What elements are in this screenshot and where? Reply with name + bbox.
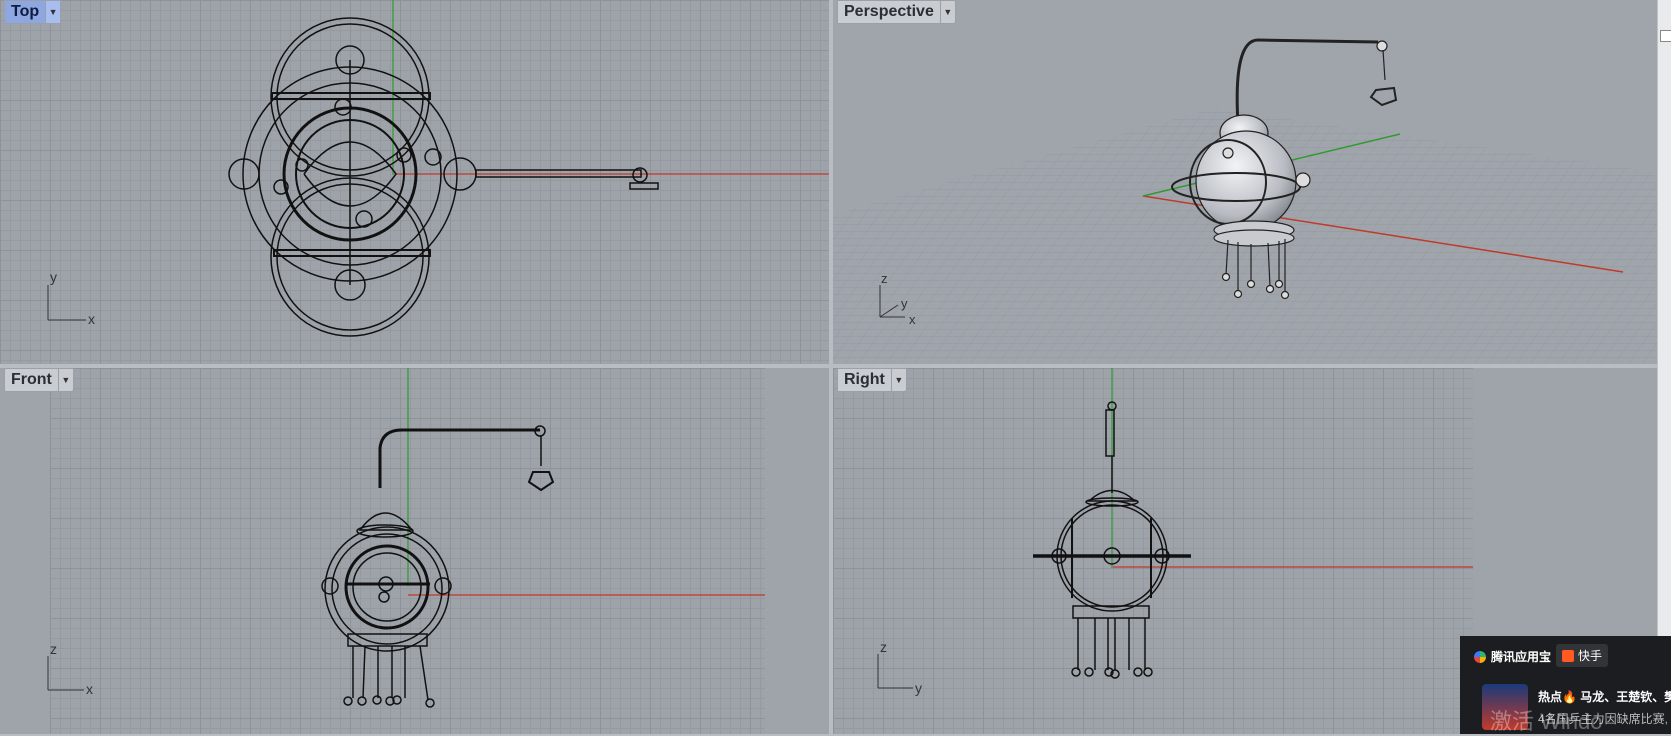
- persp-axis-y-label: y: [901, 296, 908, 311]
- right-axis-y-label: y: [915, 680, 922, 696]
- front-view-wireframe: z x: [47, 368, 765, 708]
- top-axis-y-label: y: [50, 269, 57, 285]
- front-axis-z-label: z: [50, 641, 57, 657]
- toast-brand: 腾讯应用宝: [1474, 648, 1551, 665]
- top-axis-x-label: x: [88, 311, 95, 327]
- app-store-icon: [1474, 650, 1486, 663]
- persp-axis-x-label: x: [909, 312, 916, 327]
- viewport-menu-dropdown-icon[interactable]: ▼: [890, 369, 906, 391]
- right-axis-z-label: z: [880, 639, 887, 655]
- kuaishou-icon: [1562, 649, 1574, 662]
- viewport-title-top[interactable]: Top ▼: [4, 0, 62, 24]
- toast-app-badge[interactable]: 快手: [1556, 644, 1609, 667]
- top-viewport[interactable]: Top ▼ y x: [0, 0, 829, 364]
- panel-checkbox[interactable]: [1660, 30, 1671, 42]
- viewport-title-right[interactable]: Right ▼: [837, 368, 907, 392]
- side-panel-edge[interactable]: [1657, 0, 1671, 734]
- front-viewport[interactable]: Front ▼ z x: [0, 368, 829, 734]
- front-axis-gizmo: [47, 656, 84, 691]
- perspective-viewport[interactable]: Perspective ▼ z y x: [833, 0, 1657, 364]
- viewport-title-front[interactable]: Front ▼: [4, 368, 74, 392]
- viewport-title-perspective[interactable]: Perspective ▼: [837, 0, 956, 24]
- persp-axis-z-label: z: [881, 271, 888, 286]
- top-view-wireframe: y x: [47, 0, 829, 337]
- viewport-menu-dropdown-icon[interactable]: ▼: [939, 1, 955, 23]
- viewport-menu-dropdown-icon[interactable]: ▼: [57, 369, 73, 391]
- toast-headline: 热点🔥 马龙、王楚钦、樊: [1538, 690, 1671, 704]
- viewport-menu-dropdown-icon[interactable]: ▼: [45, 1, 61, 23]
- activation-watermark: 激活 Windo: [1490, 709, 1603, 734]
- right-axis-gizmo: [877, 654, 913, 689]
- front-axis-x-label: x: [86, 681, 93, 697]
- top-axis-gizmo: [47, 285, 86, 321]
- perspective-view-model: z y x: [833, 38, 1657, 364]
